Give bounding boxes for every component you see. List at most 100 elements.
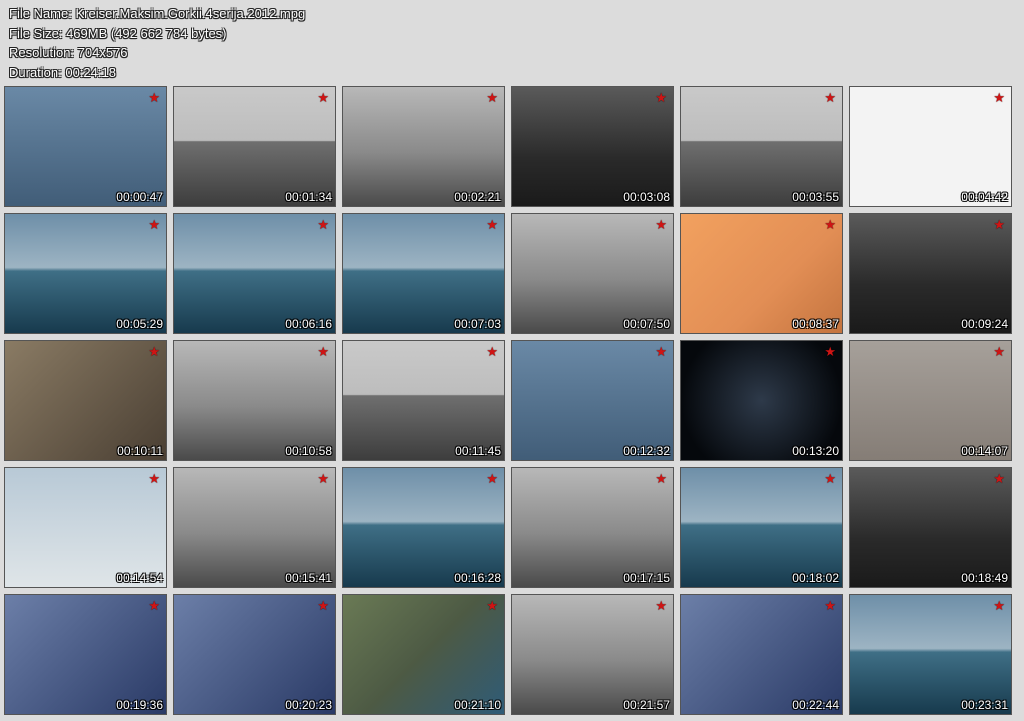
red-star-icon: ★	[486, 471, 498, 486]
thumbnail-image	[850, 214, 1011, 333]
thumbnail-frame: ★ 00:15:41	[173, 467, 336, 588]
thumbnail-image	[512, 214, 673, 333]
duration: Duration: 00:24:18	[9, 64, 116, 80]
thumbnail-image	[5, 214, 166, 333]
red-star-icon: ★	[824, 90, 836, 105]
timestamp: 00:21:57	[623, 698, 670, 712]
thumbnail-frame: ★ 00:00:47	[4, 86, 167, 207]
timestamp: 00:20:23	[285, 698, 332, 712]
thumbnail-frame: ★ 00:07:50	[511, 213, 674, 334]
red-star-icon: ★	[655, 598, 667, 613]
timestamp: 00:12:32	[623, 444, 670, 458]
thumbnail-image	[343, 595, 504, 714]
red-star-icon: ★	[317, 344, 329, 359]
red-star-icon: ★	[317, 217, 329, 232]
thumbnail-frame: ★ 00:08:37	[680, 213, 843, 334]
thumbnail-frame: ★ 00:10:11	[4, 340, 167, 461]
thumbnail-frame: ★ 00:06:16	[173, 213, 336, 334]
red-star-icon: ★	[148, 344, 160, 359]
thumbnail-image	[174, 595, 335, 714]
thumbnail-frame: ★ 00:18:49	[849, 467, 1012, 588]
thumbnail-image	[174, 341, 335, 460]
thumbnail-frame: ★ 00:03:55	[680, 86, 843, 207]
timestamp: 00:03:55	[792, 190, 839, 204]
thumbnail-image	[5, 468, 166, 587]
thumbnail-image	[681, 214, 842, 333]
thumbnail-frame: ★ 00:05:29	[4, 213, 167, 334]
thumbnail-frame: ★ 00:22:44	[680, 594, 843, 715]
thumbnail-image	[343, 87, 504, 206]
timestamp: 00:10:58	[285, 444, 332, 458]
thumbnail-image	[512, 595, 673, 714]
timestamp: 00:17:15	[623, 571, 670, 585]
red-star-icon: ★	[824, 344, 836, 359]
timestamp: 00:14:54	[116, 571, 163, 585]
file-info-header: File Name: Kreiser.Maksim.Gorkii.4serija…	[9, 4, 305, 82]
red-star-icon: ★	[148, 217, 160, 232]
timestamp: 00:22:44	[792, 698, 839, 712]
thumbnail-image	[681, 87, 842, 206]
thumbnail-image	[512, 87, 673, 206]
red-star-icon: ★	[148, 598, 160, 613]
red-star-icon: ★	[993, 471, 1005, 486]
timestamp: 00:18:02	[792, 571, 839, 585]
thumbnail-frame: ★ 00:02:21	[342, 86, 505, 207]
thumbnail-image	[512, 468, 673, 587]
file-name: File Name: Kreiser.Maksim.Gorkii.4serija…	[9, 6, 306, 21]
thumbnail-image	[174, 87, 335, 206]
timestamp: 00:16:28	[454, 571, 501, 585]
timestamp: 00:14:07	[961, 444, 1008, 458]
timestamp: 00:09:24	[961, 317, 1008, 331]
thumbnail-frame: ★ 00:11:45	[342, 340, 505, 461]
thumbnail-image	[850, 595, 1011, 714]
thumbnail-frame: ★ 00:03:08	[511, 86, 674, 207]
red-star-icon: ★	[486, 344, 498, 359]
thumbnail-frame: ★ 00:12:32	[511, 340, 674, 461]
timestamp: 00:10:11	[117, 444, 163, 458]
timestamp: 00:18:49	[961, 571, 1008, 585]
thumbnail-frame: ★ 00:01:34	[173, 86, 336, 207]
thumbnail-frame: ★ 00:16:28	[342, 467, 505, 588]
red-star-icon: ★	[824, 217, 836, 232]
timestamp: 00:02:21	[454, 190, 501, 204]
timestamp: 00:05:29	[116, 317, 163, 331]
red-star-icon: ★	[824, 471, 836, 486]
timestamp: 00:15:41	[285, 571, 332, 585]
thumbnail-grid: ★ 00:00:47 ★ 00:01:34 ★ 00:02:21 ★ 00:03:08 ★ 00:…	[4, 86, 1012, 715]
red-star-icon: ★	[148, 90, 160, 105]
thumbnail-image	[174, 468, 335, 587]
red-star-icon: ★	[148, 471, 160, 486]
thumbnail-frame: ★ 00:23:31	[849, 594, 1012, 715]
timestamp: 00:07:03	[454, 317, 501, 331]
thumbnail-image	[343, 214, 504, 333]
red-star-icon: ★	[486, 598, 498, 613]
thumbnail-image	[5, 595, 166, 714]
thumbnail-frame: ★ 00:09:24	[849, 213, 1012, 334]
red-star-icon: ★	[824, 598, 836, 613]
timestamp: 00:07:50	[623, 317, 670, 331]
thumbnail-image	[850, 341, 1011, 460]
red-star-icon: ★	[655, 90, 667, 105]
thumbnail-image	[343, 341, 504, 460]
timestamp: 00:01:34	[285, 190, 332, 204]
timestamp: 00:06:16	[285, 317, 332, 331]
timestamp: 00:21:10	[454, 698, 501, 712]
red-star-icon: ★	[655, 471, 667, 486]
thumbnail-frame: ★ 00:19:36	[4, 594, 167, 715]
timestamp: 00:23:31	[961, 698, 1008, 712]
thumbnail-frame: ★ 00:20:23	[173, 594, 336, 715]
thumbnail-frame: ★ 00:13:20	[680, 340, 843, 461]
timestamp: 00:11:45	[455, 444, 501, 458]
timestamp: 00:08:37	[792, 317, 839, 331]
timestamp: 00:13:20	[792, 444, 839, 458]
red-star-icon: ★	[317, 598, 329, 613]
thumbnail-image	[174, 214, 335, 333]
thumbnail-frame: ★ 00:14:54	[4, 467, 167, 588]
thumbnail-frame: ★ 00:10:58	[173, 340, 336, 461]
thumbnail-frame: ★ 00:18:02	[680, 467, 843, 588]
thumbnail-image	[681, 595, 842, 714]
thumbnail-frame: ★ 00:04:42	[849, 86, 1012, 207]
red-star-icon: ★	[993, 90, 1005, 105]
red-star-icon: ★	[655, 217, 667, 232]
red-star-icon: ★	[993, 598, 1005, 613]
